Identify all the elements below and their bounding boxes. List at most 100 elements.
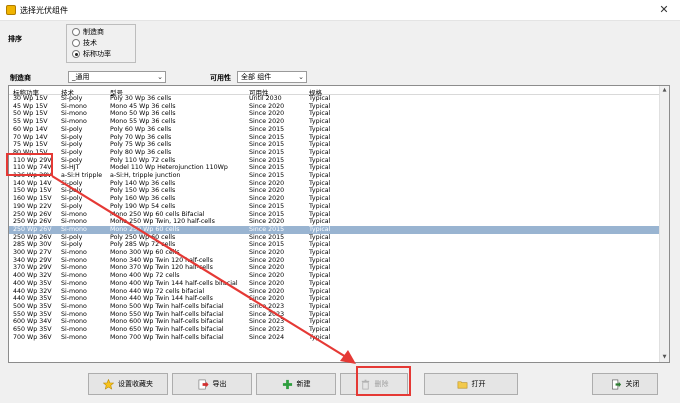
button-label: 关闭 xyxy=(625,380,640,388)
table-cell: a-Si:H tripple xyxy=(61,172,103,179)
table-cell: Poly 250 Wp 60 cells xyxy=(110,233,176,241)
table-cell: Since 2015 xyxy=(249,241,285,249)
table-row[interactable]: 440 Wp 32V Si-mono Mono 440 Wp 72 cells bi… xyxy=(9,288,659,296)
open-button[interactable]: 打开 xyxy=(424,373,518,395)
table-cell: Poly 140 Wp 36 cells xyxy=(110,179,176,187)
table-cell: Si-mono xyxy=(61,256,87,264)
table-row[interactable]: 370 Wp 29V Si-mono Mono 370 Wp Twin 120 ha… xyxy=(9,264,659,272)
table-cell: Si-mono xyxy=(61,225,87,233)
scroll-down-icon[interactable]: ▼ xyxy=(660,353,669,362)
table-cell: Typical xyxy=(309,279,331,287)
sort-option-manufacturer[interactable]: 制造商 xyxy=(72,27,104,37)
table-cell: Si-mono xyxy=(61,218,87,226)
table-row[interactable]: 440 Wp 35V Si-mono Mono 440 Wp Twin 144 ha… xyxy=(9,295,659,303)
chevron-down-icon: ⌄ xyxy=(298,73,304,81)
table-cell: Since 2023 xyxy=(249,302,285,310)
sort-label: 排序 xyxy=(8,35,22,43)
table-row[interactable]: 250 Wp 26V Si-mono Mono 250 Wp 60 cells Sin… xyxy=(9,225,659,234)
table-row[interactable]: 30 Wp 15V Si-poly Poly 30 Wp 36 cells Until… xyxy=(9,95,659,103)
table-cell: Mono 550 Wp Twin half-cells bifacial xyxy=(110,310,224,318)
table-cell: Si-poly xyxy=(61,156,83,164)
table-cell: Poly 160 Wp 36 cells xyxy=(110,195,176,203)
table-cell: Since 2020 xyxy=(249,179,285,187)
table-row[interactable]: 70 Wp 14V Si-poly Poly 70 Wp 36 cells Since… xyxy=(9,134,659,142)
table-cell: Since 2020 xyxy=(249,279,285,287)
table-cell: 370 Wp 29V xyxy=(13,264,52,272)
table-cell: Since 2015 xyxy=(249,225,285,233)
scroll-up-icon[interactable]: ▲ xyxy=(660,86,669,95)
table-row[interactable]: 650 Wp 35V Si-mono Mono 650 Wp Twin half-c… xyxy=(9,326,659,334)
table-cell: Typical xyxy=(309,302,331,310)
close-button[interactable]: 关闭 xyxy=(592,373,658,395)
table-row[interactable]: 700 Wp 36V Si-mono Mono 700 Wp Twin half-c… xyxy=(9,334,659,342)
table-row[interactable]: 110 Wp 29V Si-poly Poly 110 Wp 72 cells Sin… xyxy=(9,157,659,165)
radio-icon xyxy=(72,39,80,47)
table-row[interactable]: 250 Wp 26V Si-mono Mono 250 Wp 60 cells Bi… xyxy=(9,211,659,219)
table-row[interactable]: 600 Wp 34V Si-mono Mono 600 Wp Twin half-c… xyxy=(9,318,659,326)
table-cell: 650 Wp 35V xyxy=(13,326,52,333)
table-row[interactable]: 300 Wp 27V Si-mono Mono 300 Wp 60 cells Sin… xyxy=(9,249,659,257)
export-button[interactable]: 导出 xyxy=(172,373,252,395)
table-row[interactable]: 50 Wp 15V Si-mono Mono 50 Wp 36 cells Since… xyxy=(9,110,659,118)
table-row[interactable]: 110 Wp 74V Si-HJT Model 110 Wp Heterojunct… xyxy=(9,164,659,172)
table-cell: Mono 440 Wp Twin 144 half-cells xyxy=(110,295,213,303)
table-row[interactable]: 60 Wp 14V Si-poly Poly 60 Wp 36 cells Since… xyxy=(9,126,659,134)
table-row[interactable]: 500 Wp 35V Si-mono Mono 500 Wp Twin half-c… xyxy=(9,303,659,311)
table-row[interactable]: 285 Wp 30V Si-poly Poly 285 Wp 72 cells Sin… xyxy=(9,241,659,249)
table-cell: Si-poly xyxy=(61,241,83,249)
table-cell: Mono 370 Wp Twin 120 half-cells xyxy=(110,264,213,272)
manufacturer-select[interactable]: _通用 ⌄ xyxy=(68,71,166,83)
table-row[interactable]: 45 Wp 15V Si-mono Mono 45 Wp 36 cells Since… xyxy=(9,103,659,111)
table-row[interactable]: 75 Wp 15V Si-poly Poly 75 Wp 36 cells Since… xyxy=(9,141,659,149)
availability-select[interactable]: 全部 组件 ⌄ xyxy=(237,71,307,83)
table-cell: Mono 400 Wp 72 cells xyxy=(110,272,180,280)
sort-option-technology[interactable]: 技术 xyxy=(72,38,97,48)
table-row[interactable]: 340 Wp 29V Si-mono Mono 340 Wp Twin 120 ha… xyxy=(9,257,659,265)
table-cell: Si-poly xyxy=(61,202,83,210)
table-row[interactable]: 136 Wp 28V a-Si:H tripple a-Si:H, tripple … xyxy=(9,172,659,180)
table-row[interactable]: 400 Wp 35V Si-mono Mono 400 Wp Twin 144 ha… xyxy=(9,280,659,288)
table-cell: Si-HJT xyxy=(61,164,80,172)
table-cell: Typical xyxy=(309,133,331,141)
table-row[interactable]: 400 Wp 32V Si-mono Mono 400 Wp 72 cells Sin… xyxy=(9,272,659,280)
star-icon xyxy=(103,378,114,390)
table-cell: 700 Wp 36V xyxy=(13,333,52,341)
new-button[interactable]: 新建 xyxy=(256,373,336,395)
table-cell: Typical xyxy=(309,164,331,172)
table-cell: Since 2020 xyxy=(249,256,285,264)
table-cell: Since 2015 xyxy=(249,133,285,141)
table-row[interactable]: 250 Wp 26V Si-mono Mono 250 Wp Twin, 120 h… xyxy=(9,218,659,226)
table-row[interactable]: 190 Wp 22V Si-poly Poly 190 Wp 54 cells Sin… xyxy=(9,203,659,211)
close-window-button[interactable]: ✕ xyxy=(656,2,672,18)
set-favorites-button[interactable]: 设置收藏夹 xyxy=(88,373,168,395)
table-cell: 190 Wp 22V xyxy=(13,202,52,210)
table-row[interactable]: 160 Wp 15V Si-poly Poly 160 Wp 36 cells Sin… xyxy=(9,195,659,203)
table-cell: Since 2015 xyxy=(249,210,285,218)
table-cell: Si-poly xyxy=(61,148,83,156)
table-cell: Since 2020 xyxy=(249,264,285,272)
table-row[interactable]: 80 Wp 15V Si-poly Poly 80 Wp 36 cells Since… xyxy=(9,149,659,157)
table-cell: Si-mono xyxy=(61,272,87,280)
table-cell: Si-poly xyxy=(61,233,83,241)
table-row[interactable]: 55 Wp 15V Si-mono Mono 55 Wp 36 cells Since… xyxy=(9,118,659,126)
table-cell: Since 2020 xyxy=(249,287,285,295)
manufacturer-value: _通用 xyxy=(72,73,90,81)
table-row[interactable]: 250 Wp 26V Si-poly Poly 250 Wp 60 cells Sin… xyxy=(9,234,659,242)
sort-option-nominal-power[interactable]: 标称功率 xyxy=(72,49,111,59)
table-cell: Poly 190 Wp 54 cells xyxy=(110,202,176,210)
table-cell: 340 Wp 29V xyxy=(13,256,52,264)
module-table[interactable]: 标称功率 技术 型号 可用性 规格 30 Wp 15V Si-poly Poly 3… xyxy=(8,85,670,363)
table-cell: Since 2023 xyxy=(249,326,285,333)
table-cell: Mono 340 Wp Twin 120 half-cells xyxy=(110,256,213,264)
vertical-scrollbar[interactable]: ▲ ▼ xyxy=(659,86,669,362)
table-cell: 55 Wp 15V xyxy=(13,118,48,126)
folder-icon xyxy=(457,380,467,388)
table-row[interactable]: 150 Wp 15V Si-poly Poly 150 Wp 36 cells Sin… xyxy=(9,187,659,195)
table-row[interactable]: 550 Wp 35V Si-mono Mono 550 Wp Twin half-c… xyxy=(9,311,659,319)
table-cell: 160 Wp 15V xyxy=(13,195,52,203)
table-cell: Si-poly xyxy=(61,187,83,195)
table-row[interactable]: 140 Wp 14V Si-poly Poly 140 Wp 36 cells Sin… xyxy=(9,180,659,188)
annotation-box-delete xyxy=(356,366,411,396)
table-cell: Poly 70 Wp 36 cells xyxy=(110,133,172,141)
table-cell: Si-mono xyxy=(61,326,87,333)
